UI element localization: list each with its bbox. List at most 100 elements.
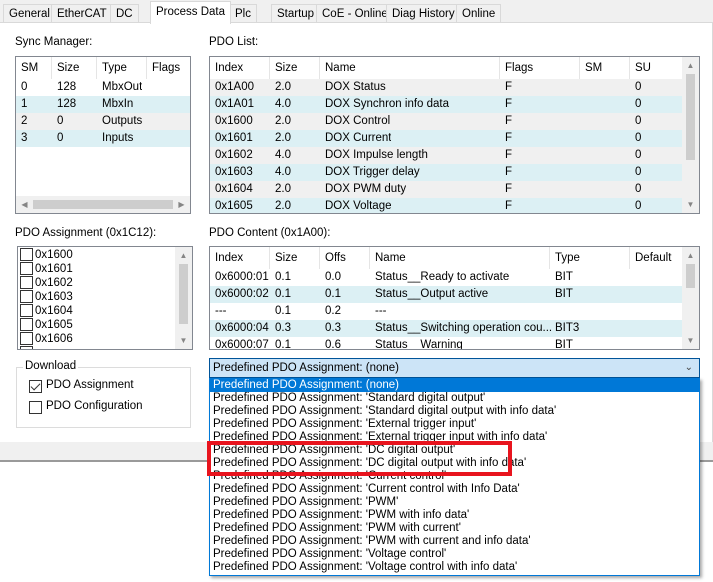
tab-ethercat[interactable]: EtherCAT [51,4,113,23]
dropdown-option[interactable]: Predefined PDO Assignment: (none) [210,379,699,392]
table-row[interactable]: 0x1602 4.0 DOX Impulse length F 0 [210,147,683,164]
table-row[interactable]: 2 0 Outputs [16,113,190,130]
dropdown-option[interactable]: Predefined PDO Assignment: 'Voltage cont… [210,561,699,574]
scroll-down-icon[interactable]: ▼ [682,196,699,213]
predefined-pdo-dropdown-list[interactable]: Predefined PDO Assignment: (none) Predefi… [209,378,700,576]
list-item[interactable]: 0x1604 [18,304,174,318]
pdo-checkbox[interactable] [20,262,33,275]
dropdown-option[interactable]: Predefined PDO Assignment: 'Current cont… [210,470,699,483]
dropdown-option[interactable]: Predefined PDO Assignment: 'Standard dig… [210,405,699,418]
table-row[interactable]: 0x6000:01 0.1 0.0 Status__Ready to activate… [210,269,683,286]
table-row[interactable]: 0x1A01 4.0 DOX Synchron info data F 0 [210,96,683,113]
column-header-size[interactable]: Size [270,57,320,79]
dropdown-option[interactable]: Predefined PDO Assignment: 'Current cont… [210,483,699,496]
dropdown-option[interactable]: Predefined PDO Assignment: 'Voltage cont… [210,548,699,561]
dropdown-option[interactable]: Predefined PDO Assignment: 'External tri… [210,418,699,431]
scroll-left-icon[interactable]: ◀ [16,196,33,213]
table-row[interactable]: 0x1601 2.0 DOX Current F 0 [210,130,683,147]
column-header-type[interactable]: Type [97,57,147,79]
pdo-list-vscrollbar[interactable]: ▲ ▼ [682,57,699,213]
table-row[interactable]: 0x1604 2.0 DOX PWM duty F 0 [210,181,683,198]
table-row[interactable]: 0x6000:04 0.3 0.3 Status__Switching operati… [210,320,683,337]
pdo-checkbox[interactable] [20,290,33,303]
scroll-right-icon[interactable]: ▶ [173,196,190,213]
chevron-down-icon[interactable]: ⌄ [685,359,693,377]
dropdown-option[interactable]: Predefined PDO Assignment: 'DC digital o… [210,444,699,457]
pdo-assignment-checkbox[interactable] [29,380,42,393]
list-item[interactable]: 0x1600 [18,248,174,262]
column-header-sm[interactable]: SM [580,57,630,79]
scroll-thumb[interactable] [686,74,695,160]
sync-manager-hscrollbar[interactable]: ◀ ▶ [16,196,190,213]
column-header-index[interactable]: Index [210,247,270,269]
pdo-checkbox[interactable] [20,332,33,345]
column-header-name[interactable]: Name [320,57,500,79]
list-item[interactable]: 0x1605 [18,318,174,332]
pdo-content-vscrollbar[interactable]: ▲ ▼ [682,247,699,349]
scroll-up-icon[interactable]: ▲ [175,247,192,264]
dropdown-option[interactable]: Predefined PDO Assignment: 'Standard dig… [210,392,699,405]
pdo-list[interactable]: Index Size Name Flags SM SU 0x1A00 2.0 DOX… [209,56,700,214]
scroll-thumb[interactable] [686,264,695,288]
list-item[interactable]: 0x1603 [18,290,174,304]
pdo-assignment-checkbox-label[interactable]: PDO Assignment [46,379,134,391]
table-row[interactable]: 1 128 MbxIn [16,96,190,113]
column-header-su[interactable]: SU [630,57,683,79]
pdo-assignment-list[interactable]: 0x1600 0x1601 0x1602 0x1603 0x1604 0x1605 0x16… [17,246,193,350]
column-header-name[interactable]: Name [370,247,550,269]
scroll-up-icon[interactable]: ▲ [682,247,699,264]
column-header-default[interactable]: Default (h [630,247,683,269]
tab-process-data[interactable]: Process Data [150,1,232,24]
dropdown-option[interactable]: Predefined PDO Assignment: 'PWM with cur… [210,535,699,548]
column-header-index[interactable]: Index [210,57,270,79]
list-item[interactable]: 0x1601 [18,262,174,276]
table-row[interactable]: 0x1603 4.0 DOX Trigger delay F 0 [210,164,683,181]
scroll-down-icon[interactable]: ▼ [682,332,699,349]
pdo-configuration-checkbox[interactable] [29,401,42,414]
list-item[interactable]: 0x1602 [18,276,174,290]
pdo-assignment-vscrollbar[interactable]: ▲ ▼ [175,247,192,349]
column-header-size[interactable]: Size [52,57,97,79]
column-header-type[interactable]: Type [550,247,630,269]
table-row[interactable]: --- 0.1 0.2 --- [210,303,683,320]
dropdown-option[interactable]: Predefined PDO Assignment: 'DC digital o… [210,457,699,470]
tab-startup[interactable]: Startup [271,4,321,23]
scroll-up-icon[interactable]: ▲ [682,57,699,74]
table-row[interactable]: 0x1A00 2.0 DOX Status F 0 [210,79,683,96]
scroll-down-icon[interactable]: ▼ [175,332,192,349]
table-row[interactable]: 0x6000:02 0.1 0.1 Status__Output active BIT [210,286,683,303]
tab-plc[interactable]: Plc [229,4,257,23]
tab-coe-online[interactable]: CoE - Online [316,4,394,23]
predefined-pdo-combobox[interactable]: Predefined PDO Assignment: (none) ⌄ [209,358,700,378]
dropdown-option[interactable]: Predefined PDO Assignment: 'PWM' [210,496,699,509]
list-item[interactable]: 0x1606 [18,332,174,346]
tab-diag-history[interactable]: Diag History [386,4,461,23]
table-row[interactable]: 0x6000:07 0.1 0.6 Status__Warning BIT [210,337,683,349]
scroll-thumb[interactable] [33,200,173,209]
table-row[interactable]: 3 0 Inputs [16,130,190,147]
dropdown-option[interactable]: Predefined PDO Assignment: 'PWM with cur… [210,522,699,535]
tab-general[interactable]: General [3,4,56,23]
table-row[interactable]: 0x1600 2.0 DOX Control F 0 [210,113,683,130]
pdo-configuration-checkbox-label[interactable]: PDO Configuration [46,400,143,412]
dropdown-option[interactable]: Predefined PDO Assignment: 'External tri… [210,431,699,444]
tab-online[interactable]: Online [456,4,502,23]
dropdown-option[interactable]: Predefined PDO Assignment: 'PWM with inf… [210,509,699,522]
pdo-checkbox[interactable] [20,304,33,317]
column-header-offs[interactable]: Offs [320,247,370,269]
sync-manager-list[interactable]: SM Size Type Flags 0 128 MbxOut 1 128 MbxIn 2 0… [15,56,191,214]
pdo-checkbox[interactable] [20,346,33,349]
column-header-sm[interactable]: SM [16,57,52,79]
pdo-checkbox[interactable] [20,248,33,261]
tab-dc[interactable]: DC [110,4,139,23]
pdo-content-header: Index Size Offs Name Type Default (h [210,247,683,269]
table-row[interactable]: 0 128 MbxOut [16,79,190,96]
table-row[interactable]: 0x1605 2.0 DOX Voltage F 0 [210,198,683,213]
column-header-flags[interactable]: Flags [500,57,580,79]
pdo-content-list[interactable]: Index Size Offs Name Type Default (h 0x6… [209,246,700,350]
pdo-checkbox[interactable] [20,276,33,289]
scroll-thumb[interactable] [179,264,188,324]
column-header-flags[interactable]: Flags [147,57,190,79]
pdo-checkbox[interactable] [20,318,33,331]
column-header-size[interactable]: Size [270,247,320,269]
